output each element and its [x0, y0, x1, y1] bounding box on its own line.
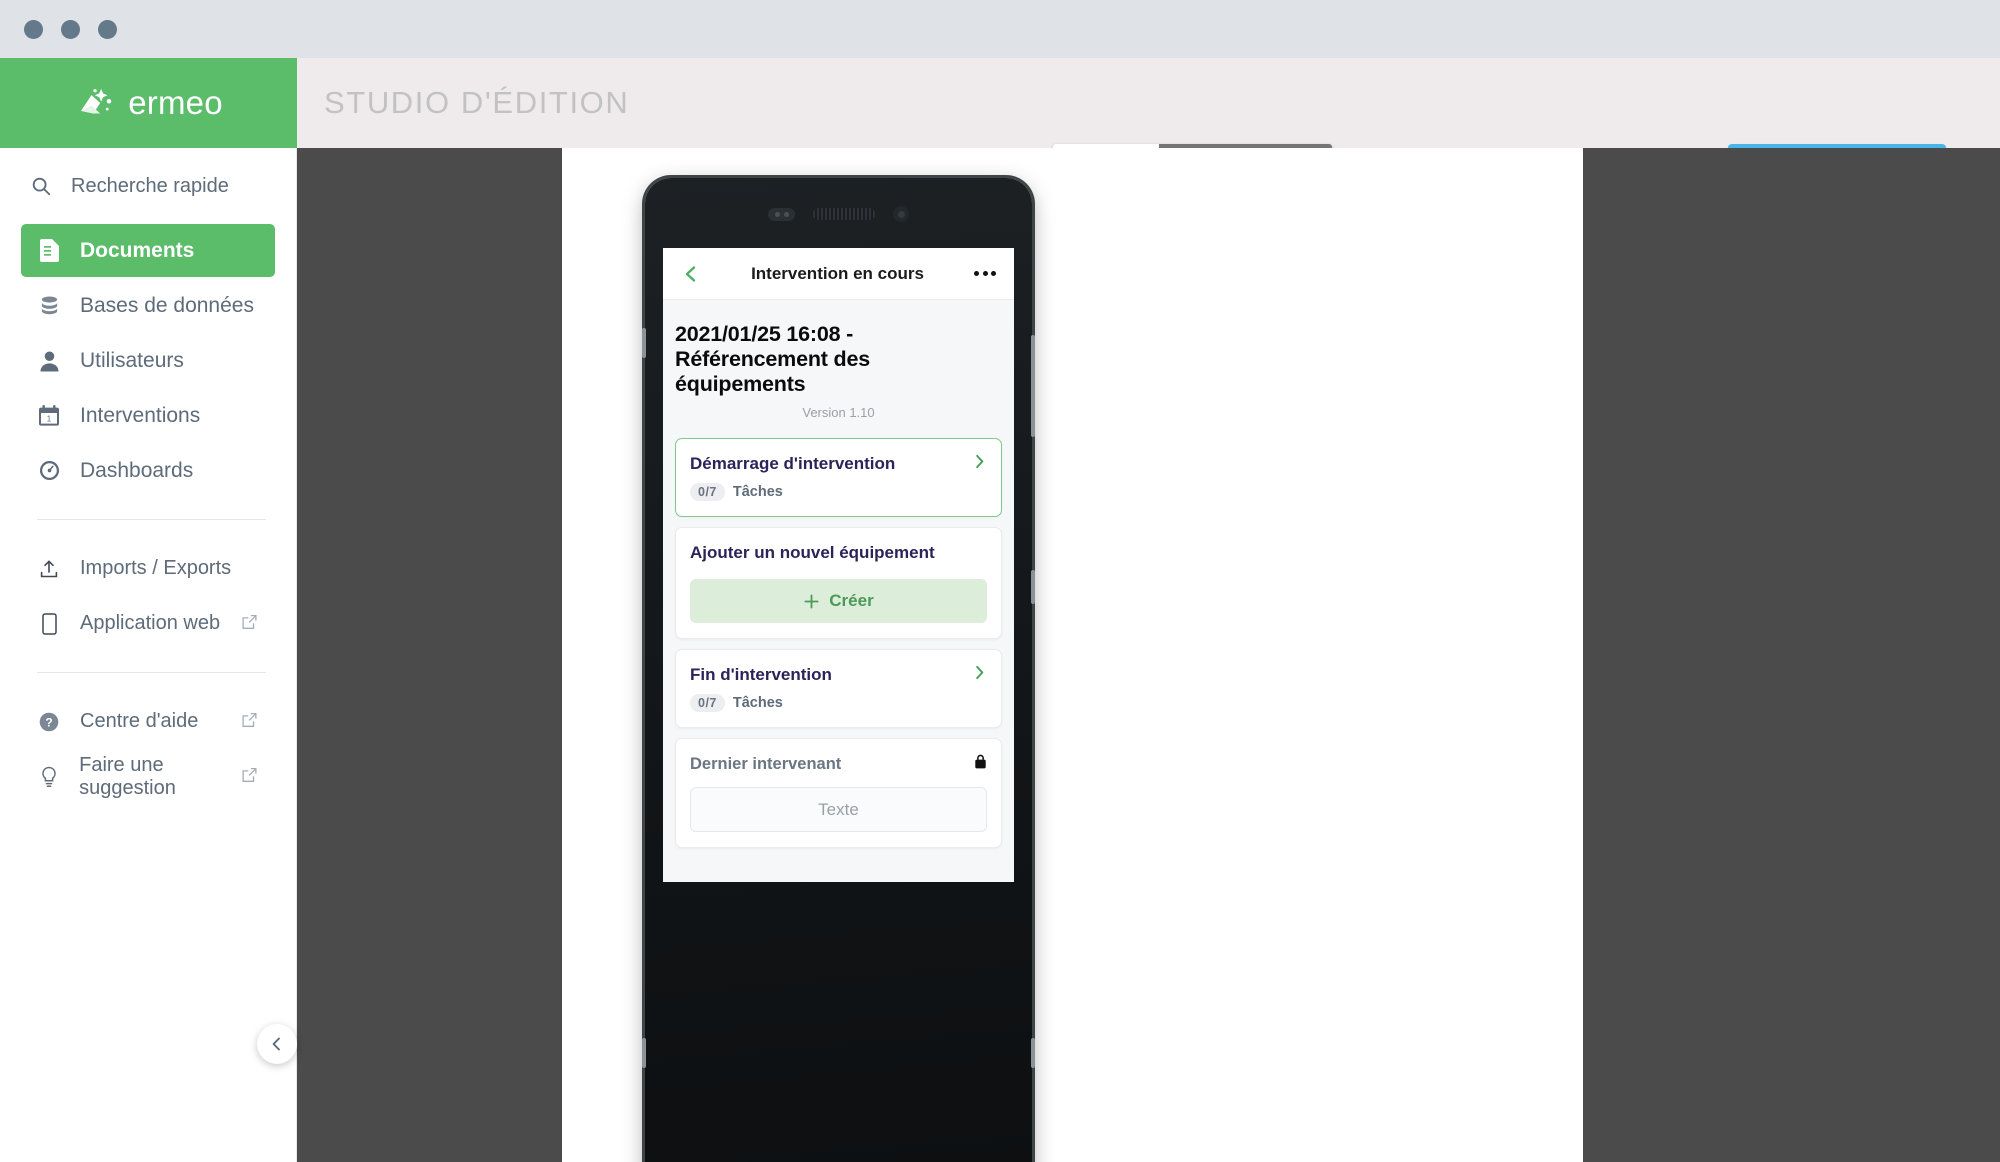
- kebab-dot: [991, 271, 996, 276]
- kebab-dot: [974, 271, 979, 276]
- tertiary-nav: ? Centre d'aide Faire une suggestion: [0, 695, 296, 803]
- chevron-right-icon: [972, 665, 987, 685]
- task-count-badge: 0/7: [690, 483, 725, 502]
- more-options-button[interactable]: [974, 271, 996, 276]
- chevron-left-icon: [685, 265, 696, 282]
- help-circle-icon: ?: [37, 712, 61, 732]
- secondary-nav: Imports / Exports Application web: [0, 542, 296, 650]
- svg-text:?: ?: [45, 715, 52, 729]
- stage-backdrop-left: [297, 148, 562, 1162]
- page-title: STUDIO D'ÉDITION: [324, 85, 630, 120]
- sidebar-item-label: Bases de données: [80, 293, 254, 317]
- sidebar-item-centre-d-aide[interactable]: ? Centre d'aide: [21, 695, 275, 748]
- sidebar-item-label: Documents: [80, 238, 195, 262]
- sidebar-item-label: Dashboards: [80, 458, 194, 482]
- sidebar: Recherche rapide Documents Bases de donn…: [0, 148, 297, 1162]
- front-camera-icon: [893, 206, 909, 222]
- sidebar-divider-1: [37, 519, 266, 520]
- sidebar-item-label: Utilisateurs: [80, 348, 184, 372]
- sidebar-item-faire-une-suggestion[interactable]: Faire une suggestion: [21, 750, 275, 803]
- database-icon: [37, 295, 61, 317]
- document-version: Version 1.10: [802, 405, 875, 421]
- minimize-window-dot[interactable]: [61, 20, 80, 39]
- window-title-bar: [0, 0, 2000, 58]
- sidebar-item-application-web[interactable]: Application web: [21, 597, 275, 650]
- document-title: 2021/01/25 16:08 - Référencement des équ…: [675, 322, 870, 397]
- calendar-icon: 1: [37, 405, 61, 426]
- document-icon: [37, 239, 61, 262]
- create-equipment-card: Ajouter un nouvel équipement Créer: [675, 527, 1002, 640]
- text-input-placeholder: Texte: [818, 799, 859, 819]
- text-input-field[interactable]: Texte: [690, 787, 987, 833]
- lock-icon: [974, 754, 987, 774]
- close-window-dot[interactable]: [24, 20, 43, 39]
- phone-preview-device: Intervention en cours 2021/01/25 16:08 -…: [642, 178, 1035, 1162]
- phone-side-accent-right-bottom: [1031, 1038, 1035, 1068]
- brand-name: ermeo: [128, 84, 223, 121]
- search-input[interactable]: Recherche rapide: [0, 148, 296, 224]
- ermeo-sparkle-logo-icon: [81, 89, 112, 114]
- sidebar-item-label: Interventions: [80, 403, 201, 427]
- sidebar-item-label: Imports / Exports: [80, 557, 232, 579]
- phone-side-accent-left-top: [642, 328, 646, 358]
- collapse-sidebar-button[interactable]: [257, 1024, 297, 1064]
- chevron-right-icon: [972, 454, 987, 474]
- sidebar-item-bases-de-donnees[interactable]: Bases de données: [21, 279, 275, 332]
- back-button[interactable]: [681, 264, 701, 284]
- sidebar-item-utilisateurs[interactable]: Utilisateurs: [21, 334, 275, 387]
- preview-stage: Intervention en cours 2021/01/25 16:08 -…: [257, 148, 2000, 1162]
- mobile-app-title: Intervention en cours: [751, 263, 924, 283]
- earpiece-speaker-icon: [813, 208, 875, 220]
- sidebar-item-documents[interactable]: Documents: [21, 224, 275, 277]
- brand-logo-area[interactable]: ermeo: [0, 58, 297, 148]
- kebab-dot: [982, 271, 988, 276]
- phone-side-accent-left-bottom: [642, 1038, 646, 1068]
- sidebar-item-imports-exports[interactable]: Imports / Exports: [21, 542, 275, 595]
- mobile-app-header: Intervention en cours: [663, 248, 1014, 300]
- sidebar-divider-2: [37, 672, 266, 673]
- sidebar-item-label: Application web: [80, 612, 221, 634]
- task-label: Tâches: [732, 695, 783, 712]
- lightbulb-icon: [37, 766, 60, 788]
- gauge-icon: [37, 460, 61, 481]
- external-link-icon: [242, 765, 257, 788]
- sidebar-item-dashboards[interactable]: Dashboards: [21, 444, 275, 497]
- external-link-icon: [242, 710, 257, 733]
- sidebar-item-label: Faire une suggestion: [79, 753, 176, 799]
- mobile-icon: [37, 612, 61, 635]
- upload-icon: [37, 559, 61, 579]
- task-label: Tâches: [732, 484, 783, 501]
- phone-screen: Intervention en cours 2021/01/25 16:08 -…: [663, 248, 1014, 882]
- field-label: Dernier intervenant: [690, 754, 842, 773]
- proximity-sensor-icon: [768, 207, 795, 221]
- user-icon: [37, 350, 61, 372]
- search-placeholder: Recherche rapide: [71, 174, 229, 197]
- chevron-left-icon: [272, 1037, 280, 1051]
- task-count-badge: 0/7: [690, 694, 725, 713]
- maximize-window-dot[interactable]: [98, 20, 117, 39]
- plus-icon: [804, 594, 819, 609]
- top-bar: ermeo STUDIO D'ÉDITION Edition Prévisual…: [0, 58, 2000, 187]
- sidebar-item-interventions[interactable]: 1 Interventions: [21, 389, 275, 442]
- svg-text:1: 1: [47, 415, 52, 424]
- field-card-dernier-intervenant: Dernier intervenant Texte: [675, 738, 1002, 849]
- primary-nav: Documents Bases de données Utilisateurs …: [0, 224, 296, 497]
- search-icon: [32, 177, 51, 196]
- section-title: Démarrage d'intervention: [690, 454, 896, 474]
- phone-sensor-cluster: [645, 204, 1032, 224]
- phone-volume-button: [1031, 335, 1035, 437]
- stage-backdrop-right: [1583, 148, 2000, 1162]
- create-button-label: Créer: [829, 591, 874, 611]
- window-controls[interactable]: [24, 20, 117, 39]
- sidebar-item-label: Centre d'aide: [80, 710, 199, 732]
- section-title: Fin d'intervention: [690, 665, 832, 685]
- application-window: ermeo STUDIO D'ÉDITION Edition Prévisual…: [0, 58, 2000, 1162]
- section-card-fin-intervention[interactable]: Fin d'intervention 0/7 Tâches: [675, 649, 1002, 729]
- create-card-title: Ajouter un nouvel équipement: [690, 543, 935, 563]
- create-button[interactable]: Créer: [690, 579, 987, 624]
- document-header: 2021/01/25 16:08 - Référencement des équ…: [663, 300, 1014, 428]
- phone-power-button: [1031, 570, 1035, 604]
- section-card-demarrage-intervention[interactable]: Démarrage d'intervention 0/7 Tâches: [675, 438, 1002, 518]
- external-link-icon: [242, 612, 257, 635]
